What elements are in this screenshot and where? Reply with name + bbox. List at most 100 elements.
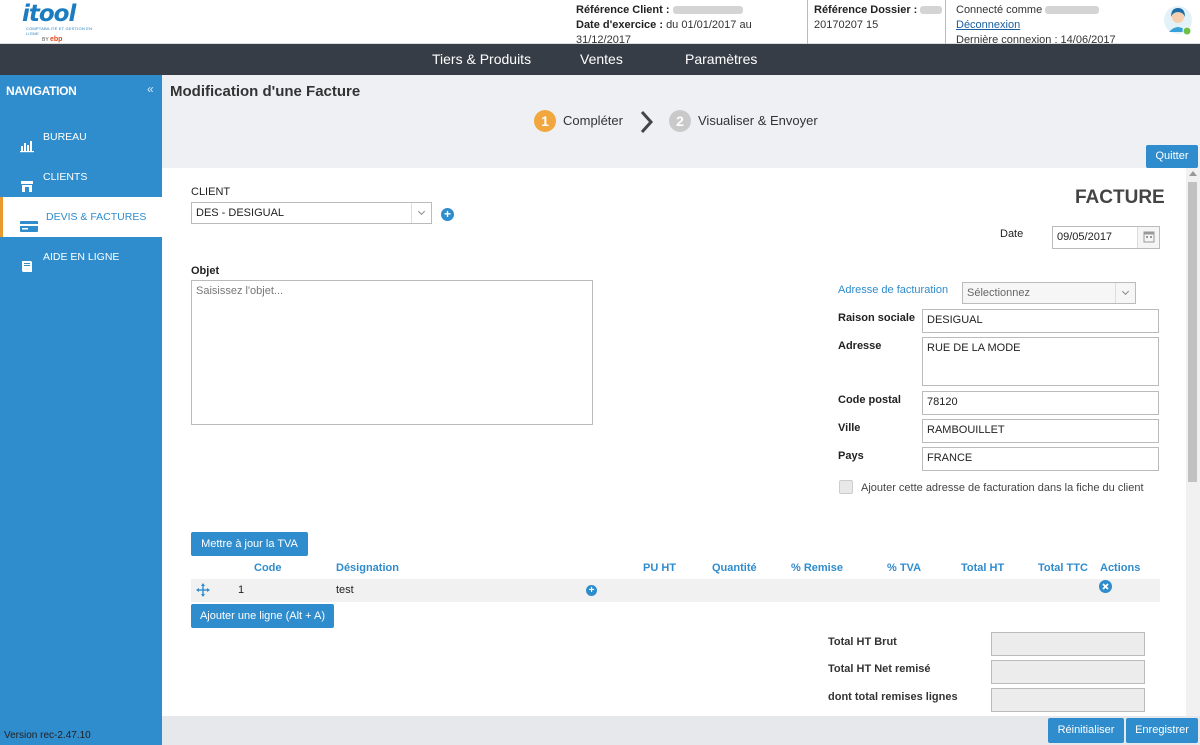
delete-line-icon[interactable]	[1099, 580, 1112, 593]
add-address-checkbox-label: Ajouter cette adresse de facturation dan…	[861, 482, 1144, 494]
quit-button[interactable]: Quitter	[1146, 145, 1198, 168]
column-code[interactable]: Code	[254, 562, 282, 574]
column-total-ht[interactable]: Total HT	[961, 562, 1004, 574]
column-tva[interactable]: % TVA	[887, 562, 921, 574]
total-ht-net-label: Total HT Net remisé	[828, 663, 931, 675]
sidebar-item-bureau[interactable]: BUREAU	[0, 117, 162, 157]
country-field[interactable]: FRANCE	[922, 447, 1159, 471]
line-discounts-label: dont total remises lignes	[828, 691, 958, 703]
sidebar-item-devis-factures[interactable]: DEVIS & FACTURES	[0, 197, 162, 237]
sidebar-title: NAVIGATION	[6, 84, 77, 98]
chart-icon	[20, 130, 34, 153]
ref-client-value-blurred	[672, 6, 743, 15]
chevron-down-icon	[411, 203, 431, 223]
sidebar-item-clients[interactable]: CLIENTS	[0, 157, 162, 197]
step2-number: 2	[669, 110, 691, 132]
save-button[interactable]: Enregistrer	[1126, 718, 1198, 743]
topnav-ventes[interactable]: Ventes	[580, 44, 623, 75]
logout-link[interactable]: Déconnexion	[956, 19, 1020, 31]
step1-label: Compléter	[563, 113, 623, 128]
postal-code-value: 78120	[927, 396, 958, 408]
line-discounts-field	[991, 688, 1145, 712]
add-client-icon[interactable]: +	[441, 208, 454, 221]
scrollbar-thumb[interactable]	[1188, 182, 1197, 482]
ref-dossier-blurred	[920, 6, 943, 15]
sidebar-item-label: BUREAU	[43, 131, 87, 143]
total-ht-brut-field	[991, 632, 1145, 656]
row-designation[interactable]: test	[336, 584, 354, 596]
row-code: 1	[238, 584, 245, 596]
company-label: Raison sociale	[838, 312, 916, 324]
topnav-parametres[interactable]: Paramètres	[685, 44, 757, 75]
column-remise[interactable]: % Remise	[791, 562, 843, 574]
column-pu-ht[interactable]: PU HT	[643, 562, 676, 574]
step2-label: Visualiser & Envoyer	[698, 113, 818, 128]
object-placeholder: Saisissez l'objet...	[196, 285, 284, 297]
update-vat-button[interactable]: Mettre à jour la TVA	[191, 532, 308, 556]
column-designation[interactable]: Désignation	[336, 562, 399, 574]
ref-dossier-value: 20170207 15	[814, 19, 879, 31]
column-quantite[interactable]: Quantité	[712, 562, 757, 574]
bottom-action-bar	[162, 716, 1200, 745]
object-label: Objet	[191, 265, 220, 277]
client-select[interactable]: DES - DESIGUAL	[191, 202, 432, 224]
billing-address-label: Adresse de facturation	[838, 284, 949, 296]
sidebar: NAVIGATION « BUREAU CLIENTS DEVIS & FACT…	[0, 75, 162, 745]
sidebar-item-aide[interactable]: AIDE EN LIGNE	[0, 237, 162, 277]
step-complete[interactable]: 1 Compléter	[534, 110, 623, 132]
column-total-ttc[interactable]: Total TTC	[1038, 562, 1088, 574]
connected-label: Connecté comme	[956, 4, 1043, 16]
scroll-up-arrow-icon[interactable]	[1189, 171, 1197, 176]
address-value: RUE DE LA MODE	[927, 342, 1021, 354]
page-title: Modification d'une Facture	[170, 83, 361, 100]
collapse-sidebar-icon[interactable]: «	[147, 82, 154, 96]
itool-logo[interactable]: itool COMPTABILITÉ ET GESTION EN LIGNE B…	[22, 1, 100, 43]
client-label: CLIENT	[191, 186, 231, 198]
chevron-down-icon	[1115, 283, 1135, 303]
column-actions: Actions	[1100, 562, 1141, 574]
city-label: Ville	[838, 422, 861, 434]
logo-tagline: COMPTABILITÉ ET GESTION EN LIGNE	[26, 26, 93, 36]
user-avatar-icon[interactable]	[1163, 5, 1193, 37]
client-reference-block: Référence Client : Date d'exercice : du …	[572, 0, 808, 46]
billing-address-select[interactable]: Sélectionnez	[962, 282, 1136, 304]
country-value: FRANCE	[927, 452, 973, 464]
chevron-right-icon	[639, 110, 655, 134]
dossier-reference-block: Référence Dossier : 20170207 15	[808, 0, 946, 44]
exercise-label: Date d'exercice :	[576, 19, 663, 31]
date-label: Date	[1000, 228, 1024, 240]
total-ht-net-field	[991, 660, 1145, 684]
card-icon	[20, 210, 38, 232]
app-version: Version rec-2.47.10	[4, 730, 91, 741]
sidebar-item-label: DEVIS & FACTURES	[46, 211, 147, 223]
book-icon	[20, 250, 34, 272]
address-label: Adresse	[838, 340, 882, 352]
expand-line-icon[interactable]: +	[586, 585, 597, 596]
step1-number: 1	[534, 110, 556, 132]
user-name-blurred	[1045, 6, 1100, 15]
reset-button[interactable]: Réinitialiser	[1048, 718, 1124, 743]
date-value: 09/05/2017	[1057, 231, 1113, 243]
total-ht-brut-label: Total HT Brut	[828, 636, 897, 648]
sidebar-item-label: AIDE EN LIGNE	[43, 251, 120, 263]
ref-dossier-label: Référence Dossier :	[814, 4, 918, 16]
company-field[interactable]: DESIGUAL	[922, 309, 1159, 333]
logo-by: BY ebp	[42, 36, 63, 43]
calendar-icon[interactable]	[1137, 227, 1159, 248]
client-select-value: DES - DESIGUAL	[196, 207, 285, 219]
city-field[interactable]: RAMBOUILLET	[922, 419, 1159, 443]
step-visualize-send[interactable]: 2 Visualiser & Envoyer	[669, 110, 818, 132]
add-line-button[interactable]: Ajouter une ligne (Alt + A)	[191, 604, 334, 628]
address-field[interactable]: RUE DE LA MODE	[922, 337, 1159, 386]
country-label: Pays	[838, 450, 864, 462]
object-textarea[interactable]: Saisissez l'objet...	[191, 280, 593, 425]
document-type-title: FACTURE	[1075, 187, 1165, 208]
postal-code-field[interactable]: 78120	[922, 391, 1159, 415]
topnav-tiers-produits[interactable]: Tiers & Produits	[432, 44, 531, 75]
add-address-checkbox[interactable]	[839, 480, 853, 494]
billing-address-select-value: Sélectionnez	[967, 287, 1030, 299]
top-navigation: Tiers & Produits Ventes Paramètres	[0, 44, 1200, 75]
move-handle-icon[interactable]	[196, 583, 210, 597]
sidebar-item-label: CLIENTS	[43, 171, 88, 183]
logo-text: itool	[22, 1, 76, 27]
